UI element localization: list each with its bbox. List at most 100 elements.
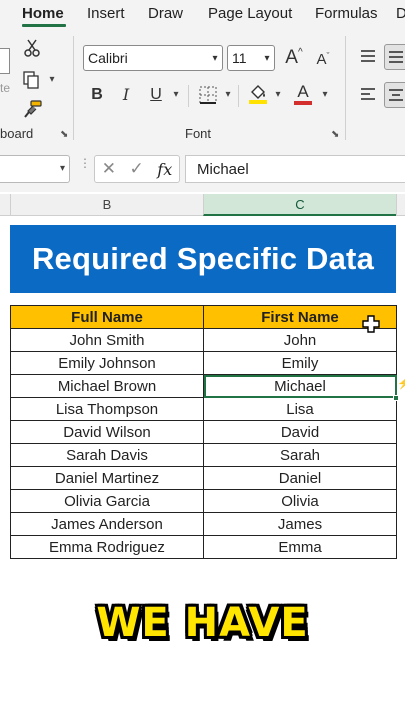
tab-insert[interactable]: Insert bbox=[87, 5, 125, 22]
tab-draw[interactable]: Draw bbox=[148, 5, 183, 22]
cut-icon[interactable] bbox=[22, 38, 42, 58]
font-name-value: Calibri bbox=[88, 50, 128, 66]
font-color-bar bbox=[294, 100, 312, 105]
table-row: Sarah Davis Sarah bbox=[10, 443, 397, 467]
table-row: Daniel Martinez Daniel bbox=[10, 466, 397, 490]
enter-icon[interactable]: ✓ bbox=[130, 159, 144, 179]
table-row: John Smith John bbox=[10, 328, 397, 352]
copy-dropdown-icon[interactable]: ▾ bbox=[47, 75, 57, 85]
table-row: Emily Johnson Emily bbox=[10, 351, 397, 375]
tab-data[interactable]: D bbox=[396, 5, 405, 22]
name-box[interactable]: ▾ bbox=[0, 155, 70, 183]
clipboard-group-label: board bbox=[0, 126, 34, 141]
full-name-cell[interactable]: Daniel Martinez bbox=[10, 466, 204, 490]
up-arrow-icon: ^ bbox=[297, 47, 303, 58]
full-name-cell[interactable]: Michael Brown bbox=[10, 374, 204, 398]
font-color-icon: A bbox=[297, 81, 309, 101]
copy-icon[interactable] bbox=[20, 69, 42, 91]
fill-color-dropdown-icon[interactable]: ▾ bbox=[273, 90, 283, 100]
column-header-b[interactable]: B bbox=[10, 194, 203, 216]
full-name-cell[interactable]: Emma Rodriguez bbox=[10, 535, 204, 559]
first-name-cell[interactable]: Emily bbox=[203, 351, 397, 375]
font-size-combo[interactable]: 11 ▾ bbox=[227, 45, 275, 71]
font-color-dropdown-icon[interactable]: ▾ bbox=[320, 90, 330, 100]
clipboard-dialog-launcher-icon[interactable]: ⬊ bbox=[60, 129, 68, 140]
font-dialog-launcher-icon[interactable]: ⬊ bbox=[331, 129, 339, 140]
header-row: Full Name First Name bbox=[10, 305, 397, 329]
video-caption: WE HAVE bbox=[96, 600, 309, 646]
table-row: Lisa Thompson Lisa bbox=[10, 397, 397, 421]
full-name-cell[interactable]: James Anderson bbox=[10, 512, 204, 536]
underline-dropdown-icon[interactable]: ▾ bbox=[171, 90, 181, 100]
full-name-cell[interactable]: Olivia Garcia bbox=[10, 489, 204, 513]
first-name-cell[interactable]: Emma bbox=[203, 535, 397, 559]
first-name-cell[interactable]: James bbox=[203, 512, 397, 536]
align-center-icon[interactable] bbox=[384, 82, 405, 108]
formula-bar: ▾ ⋮ ✕ ✓ fx Michael bbox=[0, 146, 405, 192]
full-name-cell[interactable]: John Smith bbox=[10, 328, 204, 352]
banner-title: Required Specific Data bbox=[31, 241, 375, 276]
table-row: Olivia Garcia Olivia bbox=[10, 489, 397, 513]
first-name-cell[interactable]: David bbox=[203, 420, 397, 444]
active-cell[interactable]: Michael bbox=[203, 374, 397, 398]
full-name-cell[interactable]: Emily Johnson bbox=[10, 351, 204, 375]
borders-dropdown-icon[interactable]: ▾ bbox=[223, 90, 233, 100]
header-full-name[interactable]: Full Name bbox=[10, 305, 204, 329]
font-size-value: 11 bbox=[232, 50, 247, 66]
tab-home[interactable]: Home bbox=[22, 5, 64, 22]
align-top-icon[interactable] bbox=[358, 46, 378, 66]
tab-formulas[interactable]: Formulas bbox=[315, 5, 378, 22]
first-name-cell[interactable]: Daniel bbox=[203, 466, 397, 490]
table-row: David Wilson David bbox=[10, 420, 397, 444]
format-painter-icon[interactable] bbox=[22, 98, 44, 120]
table-row: Michael Brown Michael bbox=[10, 374, 397, 398]
column-header-d[interactable] bbox=[396, 194, 405, 216]
paste-icon[interactable] bbox=[0, 48, 10, 74]
active-tab-indicator bbox=[22, 24, 66, 27]
grow-font-icon: A bbox=[285, 46, 298, 68]
insert-function-button[interactable]: fx bbox=[157, 160, 172, 179]
first-name-cell[interactable]: Lisa bbox=[203, 397, 397, 421]
data-table: Full Name First Name John Smith John Emil… bbox=[10, 305, 397, 559]
fill-handle[interactable] bbox=[393, 395, 399, 401]
first-name-cell[interactable]: Olivia bbox=[203, 489, 397, 513]
underline-button[interactable]: U bbox=[147, 84, 165, 106]
divider bbox=[238, 85, 239, 107]
full-name-cell[interactable]: Lisa Thompson bbox=[10, 397, 204, 421]
drag-handle-icon[interactable]: ⋮ bbox=[79, 157, 91, 169]
font-color-button[interactable]: A bbox=[293, 81, 313, 106]
full-name-cell[interactable]: David Wilson bbox=[10, 420, 204, 444]
chevron-down-icon[interactable]: ▾ bbox=[208, 53, 222, 64]
bold-button[interactable]: B bbox=[88, 84, 106, 106]
font-group-label: Font bbox=[185, 126, 212, 141]
down-arrow-icon: ˇ bbox=[326, 50, 330, 61]
italic-button[interactable]: I bbox=[118, 84, 134, 106]
column-header-a[interactable] bbox=[0, 194, 10, 216]
flash-fill-options-icon[interactable]: ⚡ bbox=[397, 377, 405, 391]
divider bbox=[188, 85, 189, 107]
table-row: James Anderson James bbox=[10, 512, 397, 536]
increase-font-size-button[interactable]: A ^ bbox=[283, 46, 305, 68]
align-left-icon[interactable] bbox=[358, 84, 378, 104]
tab-page-layout[interactable]: Page Layout bbox=[208, 5, 292, 22]
formula-buttons: ✕ ✓ fx bbox=[94, 155, 180, 183]
formula-input[interactable]: Michael bbox=[185, 155, 405, 183]
cancel-icon[interactable]: ✕ bbox=[102, 159, 116, 179]
table-row: Emma Rodriguez Emma bbox=[10, 535, 397, 559]
decrease-font-size-button[interactable]: Aˇ bbox=[313, 49, 333, 69]
group-separator bbox=[345, 36, 346, 140]
paste-label-fragment-icon: te bbox=[0, 81, 11, 95]
cell-cursor-icon bbox=[362, 315, 380, 333]
borders-icon[interactable] bbox=[197, 84, 219, 106]
title-banner: Required Specific Data bbox=[10, 225, 396, 293]
font-name-combo[interactable]: Calibri ▾ bbox=[83, 45, 223, 71]
align-middle-icon[interactable] bbox=[384, 44, 405, 70]
first-name-cell[interactable]: Sarah bbox=[203, 443, 397, 467]
chevron-down-icon[interactable]: ▾ bbox=[260, 53, 274, 64]
shrink-font-icon: A bbox=[316, 50, 327, 68]
chevron-down-icon[interactable]: ▾ bbox=[60, 163, 65, 174]
full-name-cell[interactable]: Sarah Davis bbox=[10, 443, 204, 467]
fill-color-icon[interactable] bbox=[247, 82, 269, 106]
column-header-c[interactable]: C bbox=[203, 194, 396, 216]
ribbon: te ▾ board ⬊ Calibri ▾ 11 ▾ A ^ Aˇ B I U … bbox=[0, 28, 405, 146]
